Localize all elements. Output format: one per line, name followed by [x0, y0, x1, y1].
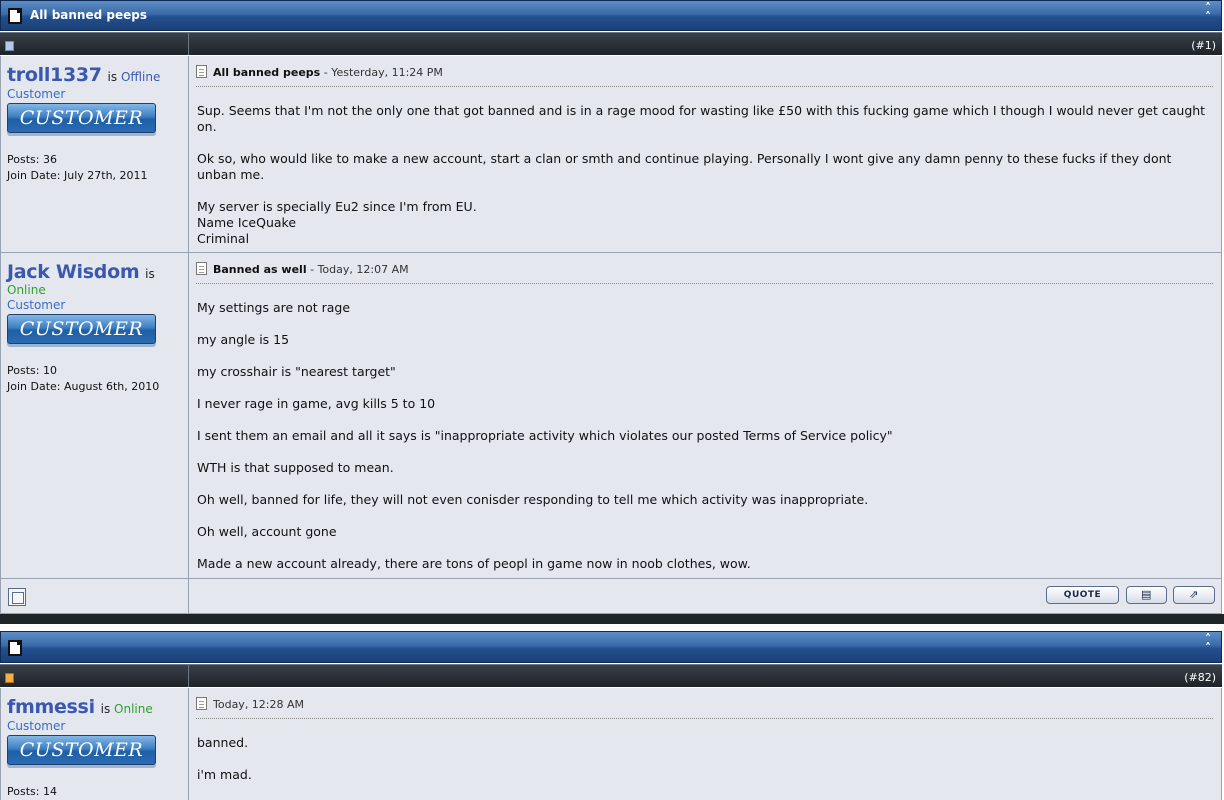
post-paragraph: Sup. Seems that I'm not the only one tha…	[197, 103, 1206, 134]
post-paragraph: Name IceQuake	[197, 215, 297, 230]
post-content: Today, 12:28 AM banned. i'm mad.	[196, 688, 1213, 800]
post-body: My settings are not rage my angle is 15 …	[197, 300, 1213, 572]
collapse-icon[interactable]: ˄ ˄	[1205, 2, 1211, 23]
post: fmmessi is Online Customer CUSTOMER Post…	[0, 688, 1222, 800]
post-paragraph: banned.	[197, 735, 249, 750]
user-info: Jack Wisdom is Online Customer CUSTOMER …	[1, 253, 189, 578]
post-paragraph: Ok so, who would like to make a new acco…	[197, 151, 1172, 182]
user-title: Customer	[7, 719, 66, 733]
thread-document-icon	[8, 640, 22, 656]
username-link[interactable]: troll1337	[7, 64, 102, 86]
post-title: All banned peeps	[213, 66, 321, 79]
post-meta-bar: (#1)	[0, 32, 1222, 55]
post-icon	[196, 65, 207, 78]
status-text: Online	[114, 702, 153, 716]
post-paragraph: my angle is 15	[197, 332, 290, 347]
status-is-label: is	[107, 70, 118, 84]
post-paragraph: Oh well, account gone	[197, 524, 337, 539]
post-date: - Today, 12:07 AM	[306, 263, 409, 276]
user-title: Customer	[7, 298, 66, 312]
post-paragraph: WTH is that supposed to mean.	[197, 460, 394, 475]
multi-quote-icon: ▤	[1141, 588, 1152, 601]
user-title: Customer	[7, 87, 66, 101]
status-text: Online	[7, 283, 46, 297]
post-date: - Yesterday, 11:24 PM	[320, 66, 443, 79]
rank-badge: CUSTOMER	[7, 735, 156, 765]
post-paragraph: i'm mad.	[197, 767, 252, 782]
multi-quote-button[interactable]: ▤	[1126, 586, 1167, 604]
rank-badge: CUSTOMER	[7, 103, 156, 133]
user-stats: Posts: 14	[7, 784, 188, 800]
post-header: All banned peeps - Yesterday, 11:24 PM	[196, 65, 443, 79]
posts-count: Posts: 10	[7, 364, 57, 377]
post-date: Today, 12:28 AM	[213, 698, 305, 711]
post-body: banned. i'm mad.	[197, 735, 1213, 799]
post-header: Banned as well - Today, 12:07 AM	[196, 262, 409, 276]
post-content: Banned as well - Today, 12:07 AM My sett…	[196, 253, 1213, 578]
status-is-label: is	[100, 702, 111, 716]
post-status-icon	[5, 673, 14, 683]
user-stats: Posts: 10 Join Date: August 6th, 2010	[7, 363, 188, 395]
post: Jack Wisdom is Online Customer CUSTOMER …	[0, 253, 1222, 578]
user-info: fmmessi is Online Customer CUSTOMER Post…	[1, 688, 189, 800]
status-text: Offline	[120, 70, 161, 84]
username-link[interactable]: fmmessi	[7, 696, 95, 718]
post-content: All banned peeps - Yesterday, 11:24 PM S…	[196, 56, 1213, 252]
posts-count: Posts: 14	[7, 785, 57, 798]
posts-count: Posts: 36	[7, 153, 57, 166]
post-meta-bar: (#82)	[0, 664, 1222, 687]
status-is-label: is	[145, 267, 155, 281]
collapse-icon[interactable]: ˄ ˄	[1205, 633, 1211, 654]
post-paragraph: Oh well, banned for life, they will not …	[197, 492, 869, 507]
join-date: Join Date: July 27th, 2011	[7, 169, 148, 182]
quick-reply-button[interactable]: ⇗	[1173, 586, 1215, 604]
user-info: troll1337 is Offline Customer CUSTOMER P…	[1, 56, 189, 252]
post-icon	[196, 262, 207, 275]
thread-document-icon	[8, 8, 22, 24]
rank-badge: CUSTOMER	[7, 314, 156, 344]
post-paragraph: My settings are not rage	[197, 300, 351, 315]
post-number[interactable]: (#82)	[1184, 671, 1216, 684]
user-stats: Posts: 36 Join Date: July 27th, 2011	[7, 152, 188, 184]
post-paragraph: Made a new account already, there are to…	[197, 556, 751, 571]
post-header: Today, 12:28 AM	[196, 697, 304, 711]
post-title: Banned as well	[213, 263, 307, 276]
post: troll1337 is Offline Customer CUSTOMER P…	[0, 56, 1222, 253]
post-paragraph: My server is specially Eu2 since I'm fro…	[197, 199, 477, 214]
post-icon	[196, 697, 207, 710]
post-footer: QUOTE ▤ ⇗	[0, 578, 1222, 614]
post-paragraph: I never rage in game, avg kills 5 to 10	[197, 396, 436, 411]
post-paragraph: Criminal	[197, 231, 250, 246]
report-post-icon[interactable]	[8, 588, 26, 606]
join-date: Join Date: August 6th, 2010	[7, 380, 160, 393]
post-number[interactable]: (#1)	[1191, 39, 1216, 52]
post-paragraph: I sent them an email and all it says is …	[197, 428, 893, 443]
thread-header: ˄ ˄	[0, 631, 1222, 663]
post-body: Sup. Seems that I'm not the only one tha…	[197, 103, 1213, 247]
post-paragraph: my crosshair is "nearest target"	[197, 364, 396, 379]
quick-reply-icon: ⇗	[1189, 588, 1199, 601]
quote-button[interactable]: QUOTE	[1046, 586, 1119, 604]
post-status-icon	[5, 41, 14, 51]
post-separator	[0, 614, 1224, 624]
thread-title: All banned peeps	[30, 8, 147, 22]
username-link[interactable]: Jack Wisdom	[7, 261, 140, 283]
thread-header: All banned peeps ˄ ˄	[0, 0, 1222, 31]
